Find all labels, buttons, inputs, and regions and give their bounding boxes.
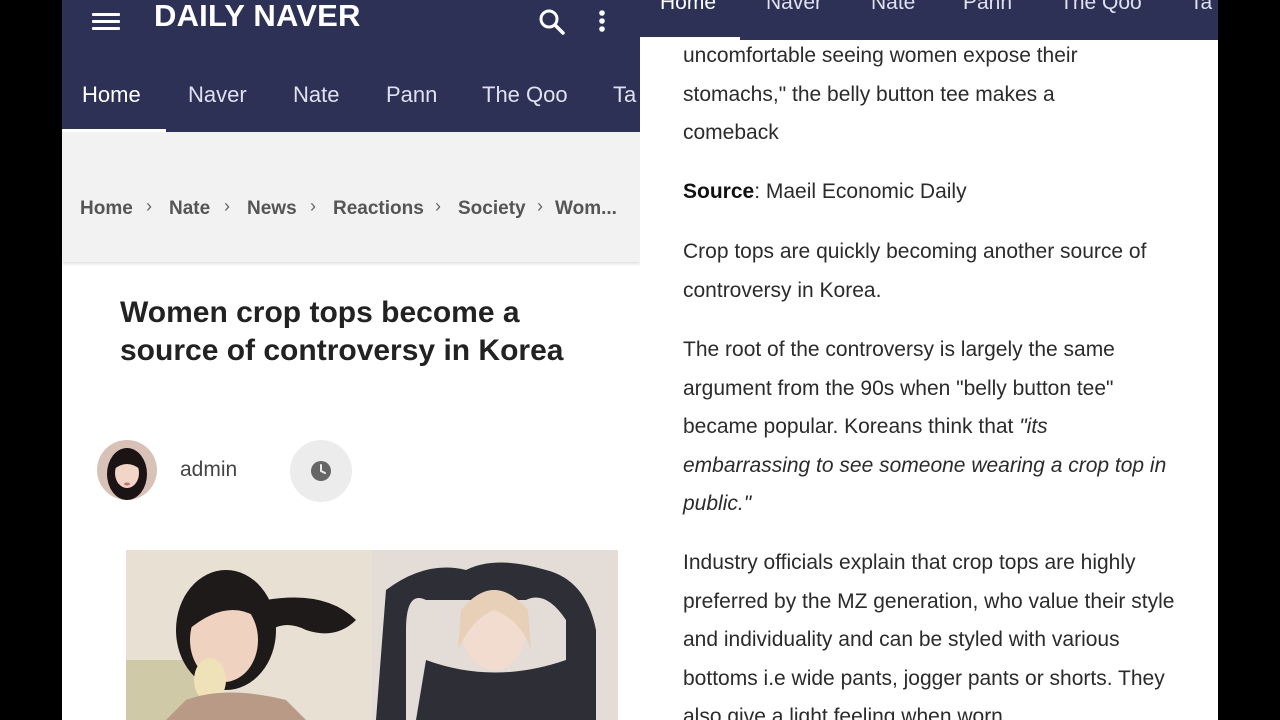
breadcrumb-separator: › [537,196,543,216]
breadcrumb-separator: › [224,196,230,216]
tab-naver[interactable]: Naver [188,82,247,108]
more-vert-icon[interactable] [592,6,612,38]
author-avatar[interactable] [97,440,157,500]
breadcrumb-home[interactable]: Home [80,198,133,220]
breadcrumb-separator: › [310,196,316,216]
breadcrumb-society[interactable]: Society [458,198,526,220]
category-tabs: Home Naver Nate Pann The Qoo Ta [62,66,640,132]
source-value: : Maeil Economic Daily [754,180,967,203]
article-subtitle: uncomfortable seeing women expose their … [683,44,1078,144]
author-name[interactable]: admin [180,458,237,482]
right-page-panel: Home Naver Nate Pann The Qoo Ta uncomfor… [640,0,1218,720]
tab-home[interactable]: Home [660,0,716,15]
clock-icon [311,461,331,481]
tab-pann[interactable]: Pann [386,82,437,108]
left-page-panel: DAILY NAVER Home Naver Nate Pann The Qoo… [62,0,640,720]
article-source: Source: Maeil Economic Daily [683,173,1183,212]
tab-ta[interactable]: Ta [613,82,636,108]
breadcrumb: Home › Nate › News › Reactions › Society… [62,132,640,262]
article-image [126,550,618,720]
article-paragraph-1: Crop tops are quickly becoming another s… [683,240,1147,302]
article-title: Women crop tops become a source of contr… [120,296,564,367]
tab-naver[interactable]: Naver [766,0,822,15]
tab-the-qoo[interactable]: The Qoo [1060,0,1142,15]
breadcrumb-separator: › [146,196,152,216]
breadcrumb-reactions[interactable]: Reactions [333,198,424,220]
breadcrumb-current: Wom... [555,198,617,219]
source-label: Source [683,180,755,203]
breadcrumb-separator: › [435,196,441,216]
menu-icon[interactable] [92,10,122,32]
tab-ta[interactable]: Ta [1190,0,1212,15]
publish-date-button[interactable] [290,440,352,502]
header-bar: DAILY NAVER Home Naver Nate Pann The Qoo… [62,0,640,132]
site-logo[interactable]: DAILY NAVER [154,0,361,34]
search-icon[interactable] [536,6,568,38]
article-paragraph-2: The root of the controversy is largely t… [683,331,1178,524]
tab-the-qoo[interactable]: The Qoo [482,82,568,108]
tab-nate[interactable]: Nate [871,0,915,15]
tab-pann[interactable]: Pann [963,0,1012,15]
category-tabs-sticky: Home Naver Nate Pann The Qoo Ta [640,0,1218,40]
paragraph-2-text: The root of the controversy is largely t… [683,338,1115,438]
tab-nate[interactable]: Nate [293,82,339,108]
breadcrumb-news[interactable]: News [247,198,297,220]
article-paragraph-3: Industry officials explain that crop top… [683,551,1175,720]
tab-home[interactable]: Home [82,82,141,108]
breadcrumb-nate[interactable]: Nate [169,198,210,220]
